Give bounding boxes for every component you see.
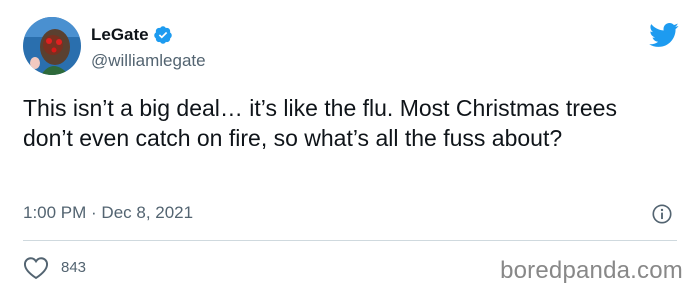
info-icon[interactable] [651,203,673,225]
like-count: 843 [61,259,87,276]
like-button[interactable]: 843 [23,256,86,280]
profile-photo-avatar-icon [23,17,81,75]
tweet-card: LeGate @williamlegate This isn’t a big d… [0,0,700,294]
tweet-text: This isn’t a big deal… it’s like the flu… [23,95,617,151]
author-handle[interactable]: @williamlegate [91,50,206,72]
watermark: boredpanda.com [500,257,683,284]
avatar[interactable] [23,17,81,75]
divider [23,240,677,241]
author-name-row: LeGate [91,24,173,46]
heart-icon [23,257,49,280]
tweet-timestamp[interactable]: 1:00 PM · Dec 8, 2021 [23,202,193,224]
display-name[interactable]: LeGate [91,24,149,46]
twitter-bird-icon[interactable] [648,22,679,48]
verified-badge-icon [153,26,172,44]
